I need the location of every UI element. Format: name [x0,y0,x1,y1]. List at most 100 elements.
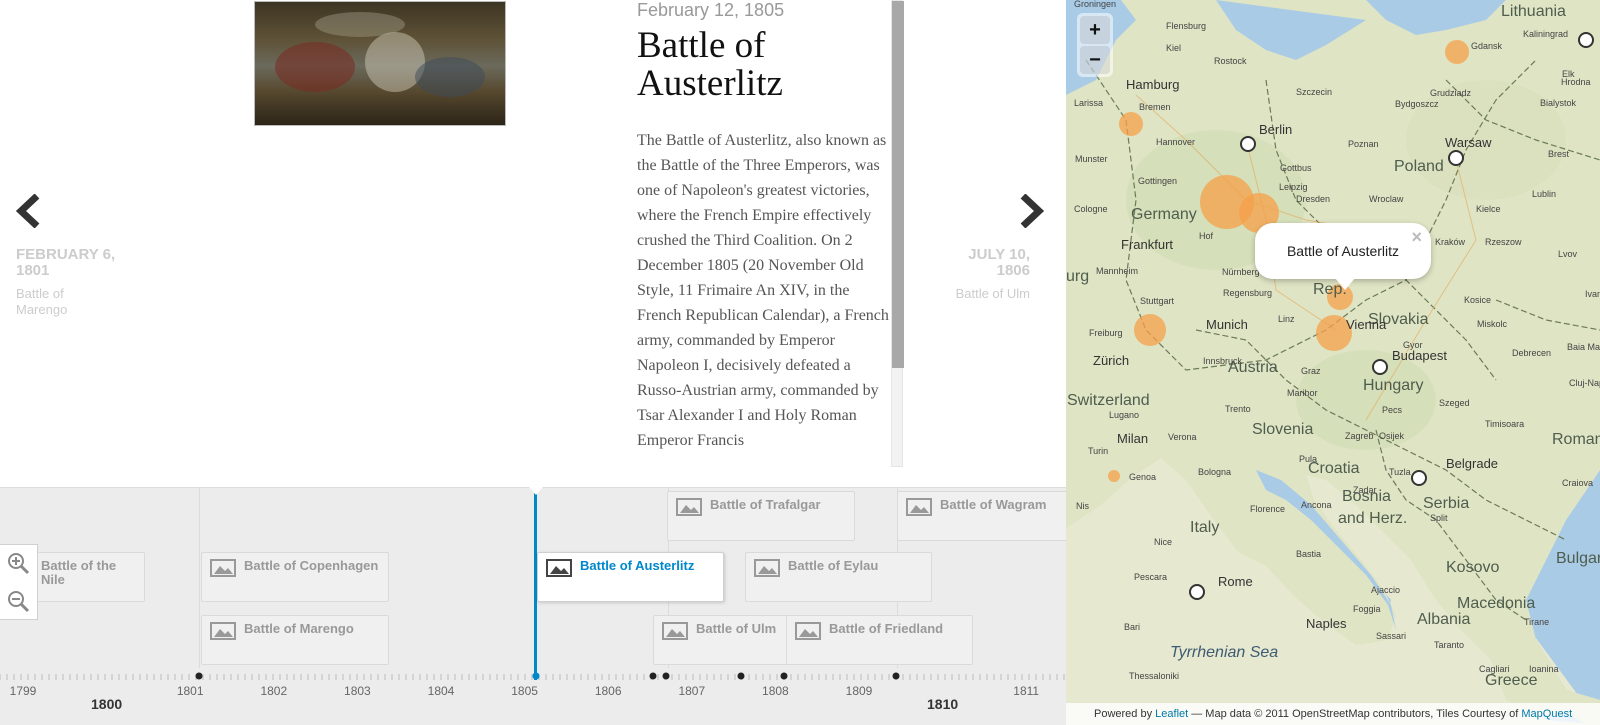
map-label-munich: Munich [1206,317,1248,332]
map-town-label: Bydgoszcz [1395,99,1439,109]
zoom-in-icon[interactable] [6,551,30,575]
map-town-label: Gdansk [1471,41,1503,51]
map-town-label: Miskolc [1477,319,1508,329]
map-label-naples: Naples [1306,616,1347,631]
map-label-rome: Rome [1218,574,1253,589]
map-popup-tip [1335,278,1355,290]
mapquest-link[interactable]: MapQuest [1521,708,1572,720]
map-town-label: Szeged [1439,398,1470,408]
map-town-label: Cologne [1074,204,1108,214]
minus-icon: − [1089,49,1101,71]
map-town-label: Baia Mare [1567,342,1600,352]
map-town-label: Larissa [1074,98,1104,108]
image-icon [676,498,702,516]
map-town-label: Trento [1225,404,1251,414]
timeline-time-axis[interactable]: 1799 1800 1801 1802 1803 1804 1805 1806 1807 1808… [0,672,1066,725]
map-town-label: Taranto [1434,640,1465,650]
map-label-hungary: Hungary [1363,377,1424,394]
timeline-event-dot [892,672,900,680]
map-town-label: Maribor [1287,388,1318,398]
map-town-label: Hannover [1156,137,1196,147]
map-town-label: Kiel [1166,43,1182,53]
timeline-year-label: 1803 [344,684,371,698]
map-town-label: Innsbruck [1203,356,1243,366]
map-town-label: Kraków [1435,237,1466,247]
map-town-label: Lvov [1558,249,1578,259]
map-town-label: Tuzla [1389,467,1411,477]
prev-slide-date[interactable]: FEBRUARY 6, 1801 [16,247,116,279]
map-town-label: Rostock [1214,56,1247,66]
marker-title: Battle of Ulm [696,621,777,636]
map-town-label: Groningen [1074,0,1117,9]
map-town-label: Ancona [1301,500,1332,510]
timeline-cursor-notch [528,486,544,495]
map-popup-text: Battle of Austerlitz [1286,243,1400,259]
timeline-zoom-controls [0,544,38,620]
timeline-marker-wagram[interactable]: Battle of Wagram [897,491,1066,541]
next-slide-button[interactable] [1019,192,1045,236]
map-label-greece: Greece [1485,672,1538,689]
map-town-label: Lugano [1109,410,1140,420]
map-town-label: Cagliari [1479,664,1510,674]
marker-title: Battle of Friedland [829,621,944,636]
timeline-marker-friedland[interactable]: Battle of Friedland [786,615,973,665]
prev-slide-button[interactable] [15,192,41,236]
map-attribution: Powered by Leaflet — Map data © 2011 Ope… [1066,703,1600,725]
map-town-label: Verona [1168,432,1197,442]
image-icon [754,559,780,577]
map-town-label: Hrodna [1561,77,1591,87]
map-town-label: Craiova [1562,478,1594,488]
map-town-label: Linz [1278,314,1295,324]
slide-scrollbar-thumb[interactable] [892,1,904,368]
chevron-left-icon [15,193,40,229]
map-town-label: Dresden [1296,194,1331,204]
timeline-marker-austerlitz[interactable]: Battle of Austerlitz [537,552,724,602]
map-town-label: Florence [1250,504,1286,514]
prev-slide-title[interactable]: Battle of Marengo [16,286,96,318]
slide-text-container[interactable]: February 12, 1805 Battle of Austerlitz T… [637,0,889,467]
map-town-label: Szczecin [1296,87,1333,97]
slide-scrollbar[interactable] [891,0,904,467]
map-label-macedonia: Macedonia [1457,595,1536,612]
timeline-marker-nile[interactable]: Battle of the Nile [20,552,145,602]
map-town-label: Lublin [1532,189,1557,199]
timeline-year-label: 1806 [594,684,622,698]
map-town-label: Freiburg [1089,328,1123,338]
timeline-event-dot [662,672,670,680]
timeline-year-label: 1808 [762,684,789,698]
marker-title: Battle of the Nile [41,558,117,587]
timeline-divider [199,488,200,668]
map-panel[interactable]: Lithuania Germany Poland Slovakia Austri… [1066,0,1600,725]
map-label-bulgaria: Bulgar [1556,550,1600,567]
timeline-marker-eylau[interactable]: Battle of Eylau [745,552,932,602]
timeline-marker-ulm[interactable]: Battle of Ulm [653,615,788,665]
map-town-label: Poznan [1348,139,1379,149]
next-slide-title[interactable]: Battle of Ulm [910,286,1030,302]
map-zoom-control: + − [1077,13,1113,77]
map-town-label: Flensburg [1166,21,1207,31]
map-town-label: Grudziadz [1430,88,1472,98]
map-town-label: Regensburg [1223,288,1273,298]
leaflet-link[interactable]: Leaflet [1155,708,1188,720]
map-zoom-out-button[interactable]: − [1080,46,1110,74]
map-town-label: Bari [1124,622,1141,632]
zoom-out-icon[interactable] [6,589,30,613]
timeline-marker-copenhagen[interactable]: Battle of Copenhagen [201,552,389,602]
map-town-label: Nis [1076,501,1089,511]
map-town-label: Brest [1548,149,1570,159]
map-town-label: Rzeszow [1485,237,1522,247]
map-zoom-in-button[interactable]: + [1080,16,1110,44]
next-slide-date[interactable]: JULY 10, 1806 [940,247,1030,279]
close-icon[interactable]: × [1411,227,1422,248]
map-label-lithuania: Lithuania [1501,3,1566,20]
timeline-navigator[interactable]: Battle of the Nile Battle of Copenhagen … [0,487,1066,725]
timeline-year-label: 1802 [260,684,288,698]
marker-title: Battle of Austerlitz [580,558,695,573]
timeline-marker-trafalgar[interactable]: Battle of Trafalgar [667,491,855,541]
timeline-marker-marengo[interactable]: Battle of Marengo [201,615,389,665]
map-town-label: Gottbus [1280,163,1312,173]
map-town-label: Cluj-Napoca [1569,378,1600,388]
map-label-italy: Italy [1190,519,1220,536]
slide-date: February 12, 1805 [637,0,785,20]
map-label-poland: Poland [1394,158,1444,175]
